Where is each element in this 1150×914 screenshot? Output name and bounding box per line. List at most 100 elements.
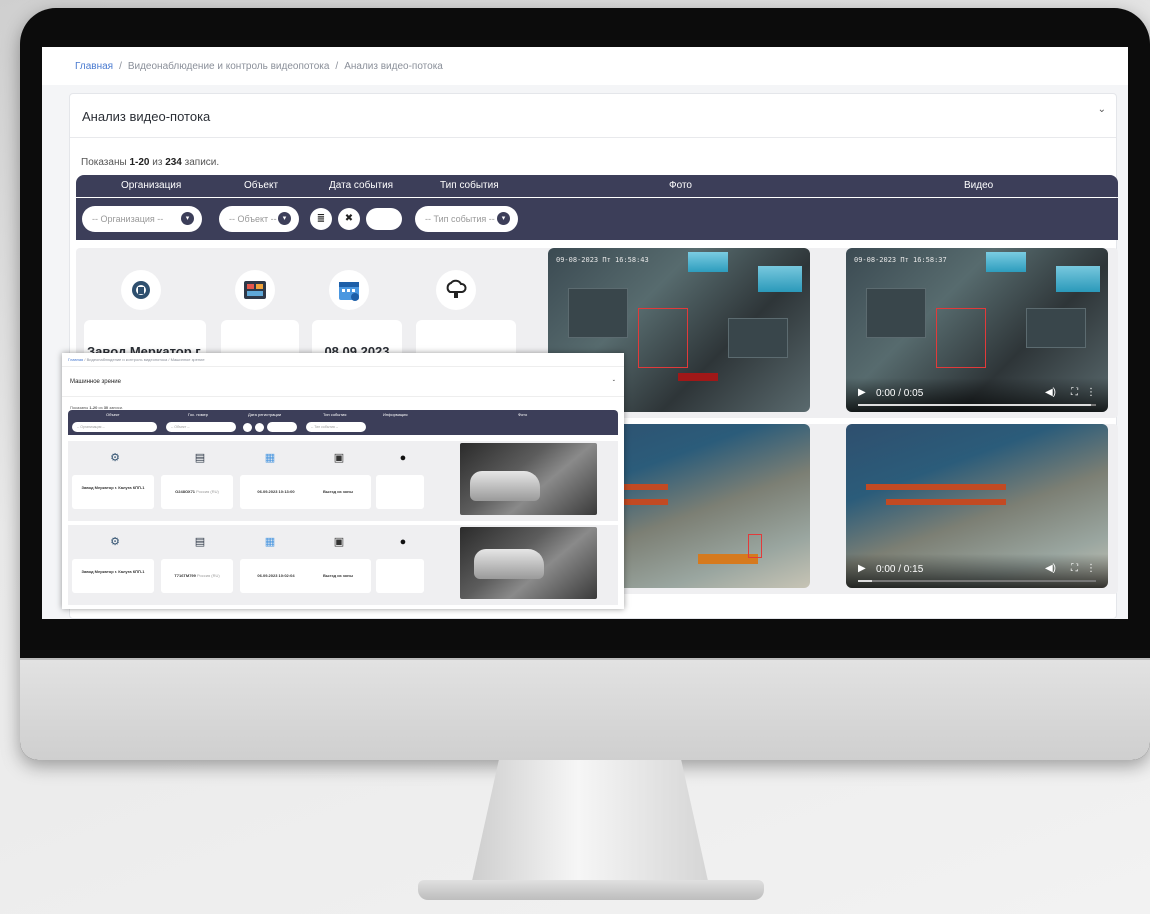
fullscreen-icon[interactable]: ⛶ (1071, 563, 1078, 574)
inset-plate-cell: Т716ТМ799 Россия (RU) (161, 559, 233, 593)
pipe-stack (866, 484, 1006, 490)
col-event-date[interactable]: Дата события (329, 180, 393, 191)
inset-car-photo[interactable] (460, 443, 597, 515)
inset-breadcrumb: Главная / Видеонаблюдение и контроль вид… (62, 353, 624, 367)
inset-filter-row: -- Организация -- -- Объект -- -- Тип со… (68, 419, 618, 435)
summary-suffix: записи. (181, 157, 220, 168)
col-event-type[interactable]: Тип события (440, 180, 499, 191)
volume-icon[interactable]: ◀) (1045, 387, 1056, 398)
inset-table-row: ⚙ ▤ ▦ ▣ ● Завод Меркатор г. Калуга КПП-1… (68, 525, 618, 605)
inset-col-date[interactable]: Дата регистрации (248, 412, 281, 417)
inset-breadcrumb-home[interactable]: Главная (68, 357, 83, 362)
inset-event-type-cell: Выезд из зоны (305, 559, 371, 593)
inset-clear-date-button[interactable] (255, 423, 264, 432)
object-select[interactable]: -- Объект -- ▾ (219, 206, 299, 232)
date-input[interactable] (366, 208, 402, 230)
inset-date-cell: 06.09.2023 10:13:00 (240, 475, 312, 509)
event-video[interactable]: ▶ 0:00 / 0:15 ◀) ⛶ ⋮ (846, 424, 1108, 588)
inset-car-photo[interactable] (460, 527, 597, 599)
chevron-down-icon: ▾ (278, 212, 291, 225)
info-icon: ● (399, 536, 407, 548)
inset-plate-region: Россия (RU) (197, 573, 220, 578)
col-video: Видео (964, 180, 994, 191)
inset-breadcrumb-section[interactable]: Видеонаблюдение и контроль видеопотока (87, 357, 168, 362)
window-shape (758, 266, 802, 292)
inset-col-event-type[interactable]: Тип события (323, 412, 346, 417)
detection-box (936, 308, 986, 368)
info-icon: ● (399, 452, 407, 464)
panel-header: Анализ видео-потока ⌄ (70, 94, 1116, 138)
breadcrumb-home[interactable]: Главная (75, 61, 113, 72)
collapse-chevron-icon[interactable]: ⌄ (1098, 104, 1106, 115)
inset-plate-number: Т716ТМ799 (174, 573, 196, 578)
table-header: Организация Объект Дата события Тип собы… (76, 175, 1118, 197)
window-shape (688, 252, 728, 272)
window-shape (1056, 266, 1100, 292)
date-filter-button[interactable]: ≣ (310, 208, 332, 230)
monitor-chin (20, 658, 1150, 760)
breadcrumb-section[interactable]: Видеонаблюдение и контроль видеопотока (128, 61, 330, 72)
inset-col-photo: Фото (518, 412, 528, 417)
monitor-base (418, 880, 764, 900)
pipe-stack (886, 499, 1006, 505)
more-options-icon[interactable]: ⋮ (1086, 563, 1096, 574)
video-time: 0:00 / 0:05 (876, 388, 924, 399)
event-type-select-value: -- Тип события -- (425, 214, 495, 224)
organization-select[interactable]: -- Организация -- ▾ (82, 206, 202, 232)
more-options-icon[interactable]: ⋮ (1086, 387, 1096, 398)
play-icon[interactable]: ▶ (858, 387, 866, 398)
video-progress-bar[interactable] (858, 404, 1096, 406)
inset-info-cell (376, 559, 424, 593)
inset-col-info: Информация (383, 412, 408, 417)
play-icon[interactable]: ▶ (858, 563, 866, 574)
event-type-icon: ▣ (333, 452, 345, 464)
machine-vision-inset: Главная / Видеонаблюдение и контроль вид… (62, 353, 624, 609)
video-timestamp: 09-08-2023 Пт 16:58:37 (854, 256, 947, 264)
gear-building-icon: ⚙ (110, 452, 120, 464)
panel-title: Анализ видео-потока (82, 109, 211, 124)
video-controls: ▶ 0:00 / 0:15 ◀) ⛶ ⋮ (846, 554, 1108, 588)
calendar-icon: ▦ (264, 536, 276, 548)
inset-date-input[interactable] (267, 422, 297, 432)
inset-object-cell: Завод Меркатор г. Калуга КПП-1 (72, 475, 154, 509)
detection-box (748, 534, 762, 558)
inset-breadcrumb-current: Машинное зрение (170, 357, 205, 362)
calendar-icon: ▦ (264, 452, 276, 464)
inset-col-object[interactable]: Объект (106, 412, 120, 417)
inset-plate-select[interactable]: -- Объект -- (166, 422, 236, 432)
license-plate-icon: ▤ (194, 536, 206, 548)
col-object[interactable]: Объект (244, 180, 278, 191)
inset-panel-title: Машинное зрение (70, 379, 121, 385)
machine-shape (568, 288, 628, 338)
video-progress-fill (858, 404, 1092, 406)
car-shape (470, 471, 540, 501)
volume-icon[interactable]: ◀) (1045, 563, 1056, 574)
gear-building-icon (121, 270, 161, 310)
detection-box (638, 308, 688, 368)
col-organization[interactable]: Организация (121, 180, 181, 191)
monitor-stand (470, 760, 710, 890)
object-card-icon (235, 270, 275, 310)
inset-object-cell: Завод Меркатор г. Калуга КПП-1 (72, 559, 154, 593)
clear-date-button[interactable]: ✖ (338, 208, 360, 230)
breadcrumb-separator: / (119, 61, 122, 72)
inset-event-type-select[interactable]: -- Тип события -- (306, 422, 366, 432)
event-type-icon: ▣ (333, 536, 345, 548)
inset-info-cell (376, 475, 424, 509)
inset-col-plate[interactable]: Гос. номер (188, 412, 208, 417)
video-progress-bar[interactable] (858, 580, 1096, 582)
calendar-icon (329, 270, 369, 310)
collapse-chevron-icon[interactable]: ⌄ (612, 377, 616, 383)
event-type-select[interactable]: -- Тип события -- ▾ (415, 206, 518, 232)
inset-event-type-cell: Выезд из зоны (305, 475, 371, 509)
col-photo: Фото (669, 180, 692, 191)
inset-object-select[interactable]: -- Организация -- (72, 422, 157, 432)
breadcrumb-separator: / (335, 61, 339, 72)
window-shape (986, 252, 1026, 272)
fullscreen-icon[interactable]: ⛶ (1071, 387, 1078, 398)
car-shape (474, 549, 544, 579)
summary-range: 1-20 (129, 157, 150, 168)
event-video[interactable]: 09-08-2023 Пт 16:58:37 ▶ 0:00 / 0:05 ◀) … (846, 248, 1108, 412)
machine-shape (728, 318, 788, 358)
inset-date-filter-button[interactable] (243, 423, 252, 432)
